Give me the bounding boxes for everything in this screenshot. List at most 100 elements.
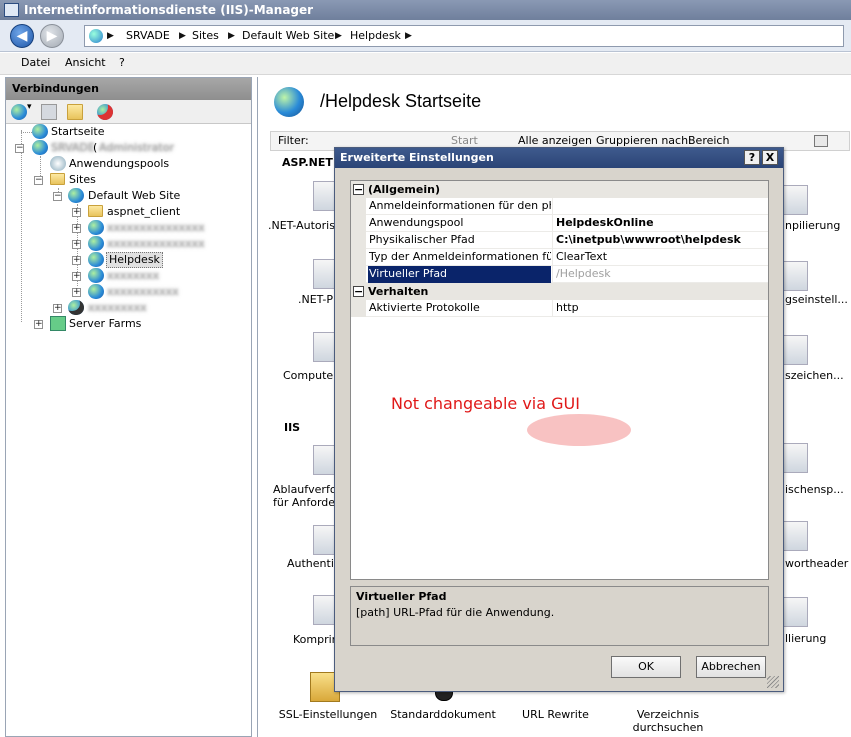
feature-label[interactable]: gseinstell... xyxy=(785,293,850,306)
group-label: (Allgemein) xyxy=(368,183,440,196)
property-row-selected[interactable]: Virtueller Pfad /Helpdesk xyxy=(351,266,768,283)
feature-label[interactable]: llierung xyxy=(785,632,850,645)
collapse-toggle[interactable]: − xyxy=(353,286,364,297)
website-icon xyxy=(68,188,84,203)
collapse-toggle[interactable]: − xyxy=(15,144,24,153)
feature-label[interactable]: .NET-Autoris xyxy=(268,219,338,232)
globe-icon xyxy=(274,87,304,117)
expand-toggle[interactable]: + xyxy=(72,240,81,249)
property-value[interactable]: C:\inetpub\wwwroot\helpdesk xyxy=(552,232,768,249)
breadcrumb-default-web-site[interactable]: Default Web Site xyxy=(242,26,334,46)
feature-label[interactable]: Computers xyxy=(283,369,343,382)
feature-label[interactable]: Authentifi xyxy=(287,557,341,570)
application-icon xyxy=(88,236,104,251)
tree-label: Anwendungspools xyxy=(69,157,170,170)
home-icon xyxy=(32,124,48,139)
property-row[interactable]: Anmeldeinformationen für den physika xyxy=(351,198,768,215)
filter-label: Filter: xyxy=(278,134,309,147)
application-icon xyxy=(88,252,104,267)
chevron-right-icon[interactable]: ▶ xyxy=(179,26,186,46)
breadcrumb-server[interactable]: SRVADE xyxy=(126,26,170,46)
property-grid: − (Allgemein) Anmeldeinformationen für d… xyxy=(350,180,769,580)
expand-toggle[interactable]: + xyxy=(53,304,62,313)
description-title: Virtueller Pfad xyxy=(356,590,447,603)
property-value[interactable]: ClearText xyxy=(552,249,768,266)
property-name: Typ der Anmeldeinformationen für der xyxy=(369,250,551,263)
property-name: Physikalischer Pfad xyxy=(369,233,475,246)
expand-toggle[interactable]: + xyxy=(72,272,81,281)
chevron-right-icon[interactable]: ▶ xyxy=(107,26,114,46)
property-row[interactable]: Physikalischer Pfad C:\inetpub\wwwroot\h… xyxy=(351,232,768,249)
collapse-toggle[interactable]: − xyxy=(353,184,364,195)
feature-label[interactable]: URL Rewrite xyxy=(508,708,603,721)
feature-label[interactable]: Standarddokument xyxy=(388,708,498,721)
expand-toggle[interactable]: + xyxy=(72,224,81,233)
dialog-title-bar: Erweiterte Einstellungen ? X xyxy=(335,148,783,168)
group-allgemein[interactable]: − (Allgemein) xyxy=(351,181,768,198)
chevron-right-icon[interactable]: ▶ xyxy=(335,26,342,46)
chevron-right-icon[interactable]: ▶ xyxy=(228,26,235,46)
property-value[interactable] xyxy=(552,198,768,215)
title-bar: Internetinformationsdienste (IIS)-Manage… xyxy=(0,0,851,20)
feature-label[interactable]: ischensp... xyxy=(785,483,850,496)
close-button[interactable]: X xyxy=(762,150,778,165)
connect-icon[interactable] xyxy=(11,104,27,120)
feature-label[interactable]: Komprimi xyxy=(293,633,345,646)
expand-toggle[interactable]: + xyxy=(72,208,81,217)
feature-label[interactable]: .NET-P xyxy=(298,293,338,306)
menu-help[interactable]: ? xyxy=(119,56,125,69)
tree-label: Sites xyxy=(69,173,96,186)
property-name: Virtueller Pfad xyxy=(368,266,551,283)
folder-icon xyxy=(88,205,103,217)
feature-label[interactable]: wortheader xyxy=(785,557,850,570)
tree-label: Default Web Site xyxy=(88,189,181,202)
menu-bar: Datei Ansicht ? xyxy=(0,53,851,75)
expand-toggle[interactable]: + xyxy=(72,288,81,297)
tree-label: aspnet_client xyxy=(107,205,181,218)
view-mode-icon[interactable] xyxy=(814,135,828,147)
forward-button[interactable]: ▶ xyxy=(40,24,64,48)
dialog-title: Erweiterte Einstellungen xyxy=(340,151,494,164)
menu-datei[interactable]: Datei xyxy=(21,56,50,69)
save-icon[interactable] xyxy=(41,104,57,120)
collapse-toggle[interactable]: − xyxy=(34,176,43,185)
property-value[interactable]: http xyxy=(552,300,768,317)
server-farm-icon xyxy=(50,316,66,331)
menu-ansicht[interactable]: Ansicht xyxy=(65,56,106,69)
feature-label[interactable]: Ablaufverfolg für Anforder xyxy=(273,483,347,509)
application-icon xyxy=(88,284,104,299)
address-bar[interactable]: ▶ SRVADE ▶ Sites ▶ Default Web Site ▶ He… xyxy=(84,25,844,47)
feature-label[interactable]: npilierung xyxy=(785,219,850,232)
property-row[interactable]: Aktivierte Protokolle http xyxy=(351,300,768,317)
up-folder-icon[interactable] xyxy=(67,104,83,120)
expand-toggle[interactable]: + xyxy=(72,256,81,265)
feature-label[interactable]: SSL-Einstellungen xyxy=(278,708,378,721)
property-row[interactable]: Anwendungspool HelpdeskOnline xyxy=(351,215,768,232)
tree-label: ( xyxy=(93,141,98,154)
property-row[interactable]: Typ der Anmeldeinformationen für der Cle… xyxy=(351,249,768,266)
group-verhalten[interactable]: − Verhalten xyxy=(351,283,768,300)
help-button[interactable]: ? xyxy=(744,150,760,165)
property-value-readonly: /Helpdesk xyxy=(552,266,768,283)
stopped-website-icon xyxy=(68,300,84,315)
disconnect-icon[interactable] xyxy=(97,104,113,120)
chevron-right-icon[interactable]: ▶ xyxy=(405,26,412,46)
connections-pane: Verbindungen ▾ Startseite − SRVADE ( Adm… xyxy=(5,77,252,737)
globe-icon xyxy=(89,29,103,43)
cancel-button[interactable]: Abbrechen xyxy=(696,656,766,678)
tree-label: Server Farms xyxy=(69,317,142,330)
back-button[interactable]: ◀ xyxy=(10,24,34,48)
resize-grip[interactable] xyxy=(767,676,779,688)
property-value[interactable]: HelpdeskOnline xyxy=(552,215,768,232)
feature-label[interactable]: szeichen... xyxy=(785,369,850,382)
breadcrumb-helpdesk[interactable]: Helpdesk xyxy=(350,26,401,46)
breadcrumb-sites[interactable]: Sites xyxy=(192,26,219,46)
feature-label[interactable]: Verzeichnis durchsuchen xyxy=(618,708,718,734)
expand-toggle[interactable]: + xyxy=(34,320,43,329)
connections-toolbar: ▾ xyxy=(6,100,251,124)
ok-button[interactable]: OK xyxy=(611,656,681,678)
server-icon xyxy=(32,140,48,155)
section-iis: IIS xyxy=(284,421,301,434)
collapse-toggle[interactable]: − xyxy=(53,192,62,201)
tree-item-server[interactable]: − SRVADE ( Administrator xyxy=(15,140,215,156)
